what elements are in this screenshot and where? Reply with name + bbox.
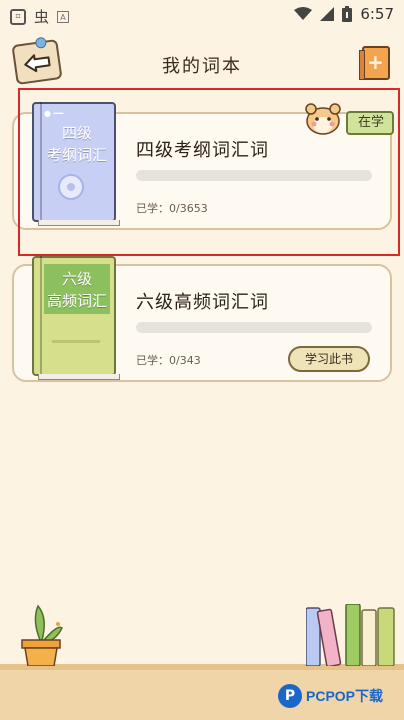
status-bar: ⌗ 虫 A 6:57	[0, 0, 404, 30]
battery-icon	[342, 6, 353, 22]
book-card-cet6[interactable]: 六级 高频词汇 六级高频词汇词 已学：0/343 学习此书	[12, 256, 392, 382]
clock: 6:57	[360, 5, 394, 23]
cover-line	[52, 340, 100, 343]
book-cover-cet6: 六级 高频词汇	[32, 256, 120, 380]
selection-highlight	[18, 88, 400, 256]
app-icon: ⌗	[10, 8, 26, 25]
status-right: 6:57	[294, 5, 394, 23]
learned-count: 已学：0/343	[136, 354, 201, 367]
add-book-button[interactable]: +	[359, 46, 390, 80]
header: 我的词本 +	[0, 36, 404, 92]
book-name: 六级高频词汇词	[136, 292, 269, 313]
page-title: 我的词本	[162, 56, 242, 77]
study-this-book-button[interactable]: 学习此书	[288, 346, 370, 372]
signal-icon	[320, 7, 335, 21]
cover-title: 六级 高频词汇	[46, 270, 107, 310]
bug-icon: 虫	[34, 8, 50, 26]
watermark-text: PCPOP下载	[306, 688, 384, 704]
watermark-logo: P	[278, 684, 302, 708]
potted-plant-icon	[21, 604, 63, 666]
status-left: ⌗ 虫 A	[10, 6, 70, 27]
a-icon: A	[57, 10, 70, 23]
watermark: P PCPOP下载	[278, 684, 383, 708]
wifi-icon	[294, 7, 313, 20]
bookshelf-books-icon	[306, 604, 395, 666]
progress-bar	[136, 322, 372, 333]
add-book-icon: +	[367, 50, 384, 74]
pin-icon	[34, 36, 48, 49]
